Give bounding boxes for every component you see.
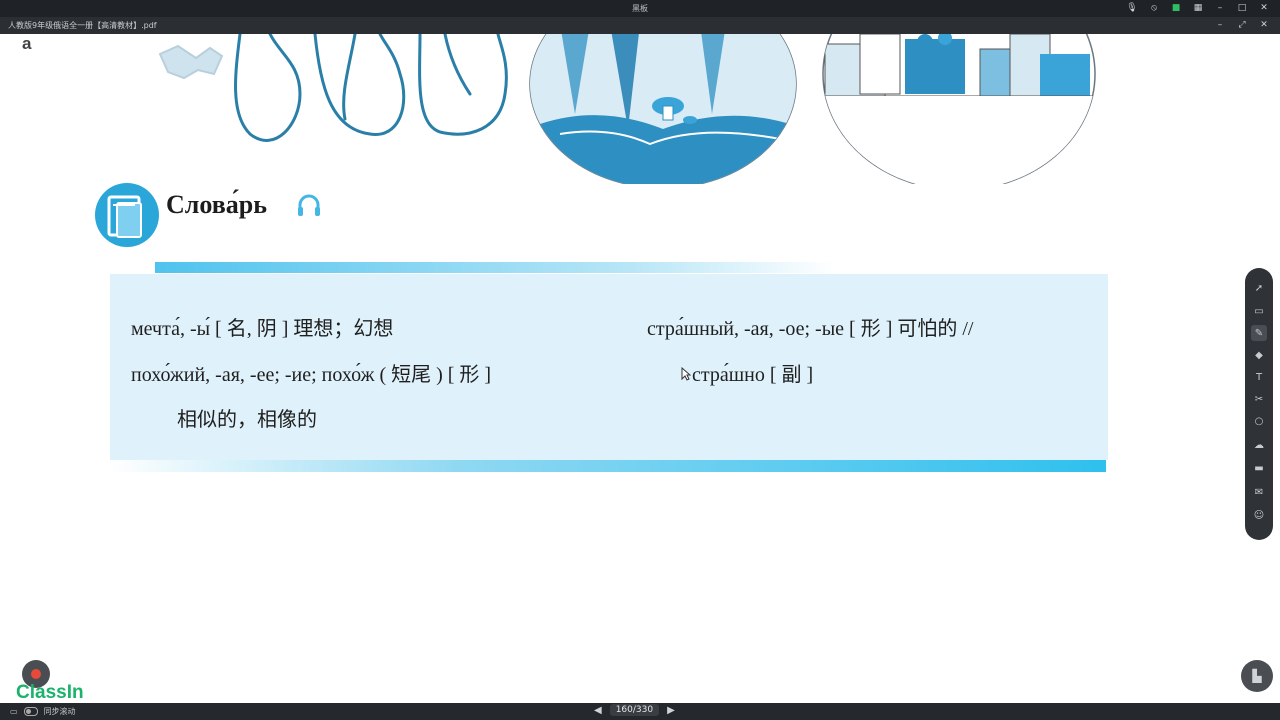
maximize-icon[interactable]: □ [1236, 2, 1248, 14]
vocab-entry-strashno: стра́шно [ 副 ] [692, 364, 814, 386]
total-pages: /330 [632, 705, 654, 715]
header-underline [155, 262, 835, 273]
tool-palette: ➚ ▭ ✎ ◆ T ✂ ○ ☁ ▬ ✉ ☺ [1245, 268, 1273, 540]
select-icon[interactable]: ➚ [1251, 280, 1267, 296]
close-icon[interactable]: ✕ [1258, 2, 1270, 14]
camera-off-icon[interactable]: ⦸ [1148, 2, 1160, 14]
page-counter[interactable]: 160/330 [609, 704, 660, 716]
mic-icon[interactable]: 🎙 [1126, 2, 1138, 14]
vocabulary-box-bottom-bar [110, 460, 1106, 472]
vocabulary-title: Слова́рь [166, 190, 267, 219]
cloud-icon[interactable]: ☁ [1251, 437, 1267, 453]
document-name: 人教版9年级俄语全一册【高清教材】.pdf [8, 21, 157, 30]
headphones-icon[interactable] [295, 191, 323, 219]
text-icon[interactable]: T [1251, 369, 1267, 385]
page-navigator: ◀ 160/330 ▶ [594, 704, 675, 716]
mouse-cursor-icon [681, 367, 691, 381]
toolbox-button[interactable]: ▙ [1241, 660, 1273, 692]
vocab-entry-mechta: мечта́, -ы́ [ 名, 阴 ] 理想；幻想 [131, 318, 394, 340]
next-page-icon[interactable]: ▶ [667, 705, 675, 716]
toolbox-icon: ▙ [1252, 669, 1262, 683]
folder-icon[interactable]: ▬ [1251, 460, 1267, 476]
panel-icon[interactable]: ▭ [10, 707, 18, 716]
window-icon[interactable]: ▭ [1251, 303, 1267, 319]
sync-scroll-label: 同步滚动 [43, 707, 76, 716]
scissors-icon[interactable]: ✂ [1251, 391, 1267, 407]
eraser-icon[interactable]: ◆ [1251, 347, 1267, 363]
doc-close-icon[interactable]: ✕ [1258, 19, 1270, 31]
vocab-entry-pokhozhiy: похо́жий, -ая, -ее; -ие; похо́ж ( 短尾 ) [… [131, 364, 492, 386]
doc-minimize-icon[interactable]: – [1214, 19, 1226, 31]
vocab-entry-pokhozhiy-translation: 相似的，相像的 [177, 409, 317, 431]
video-icon[interactable]: ■ [1170, 2, 1182, 14]
vocab-entry-strashnyy: стра́шный, -ая, -ое; -ые [ 形 ] 可怕的 // [647, 318, 974, 340]
prev-page-icon[interactable]: ◀ [594, 705, 602, 716]
grid-icon[interactable]: ▦ [1192, 2, 1204, 14]
bottom-bar: ▭ 同步滚动 ◀ 160/330 ▶ [0, 703, 1280, 720]
classin-logo: ClassIn [16, 682, 84, 703]
users-icon[interactable]: ☺ [1251, 507, 1267, 523]
current-page: 160 [615, 705, 633, 715]
title-bar: 黑板 🎙 ⦸ ■ ▦ – □ ✕ [0, 0, 1280, 17]
shape-icon[interactable]: ○ [1251, 413, 1267, 429]
chat-icon[interactable]: ✉ [1251, 484, 1267, 500]
book-icon [95, 183, 159, 247]
sync-scroll-toggle[interactable] [23, 707, 38, 716]
window-title: 黑板 [632, 4, 648, 13]
minimize-icon[interactable]: – [1214, 2, 1226, 14]
watermark-text: a [22, 34, 32, 53]
document-tab-bar: 人教版9年级俄语全一册【高清教材】.pdf – ⤢ ✕ [0, 17, 1280, 34]
page-illustration [158, 34, 1096, 184]
pen-icon[interactable]: ✎ [1251, 325, 1267, 341]
doc-maximize-icon[interactable]: ⤢ [1236, 19, 1248, 31]
